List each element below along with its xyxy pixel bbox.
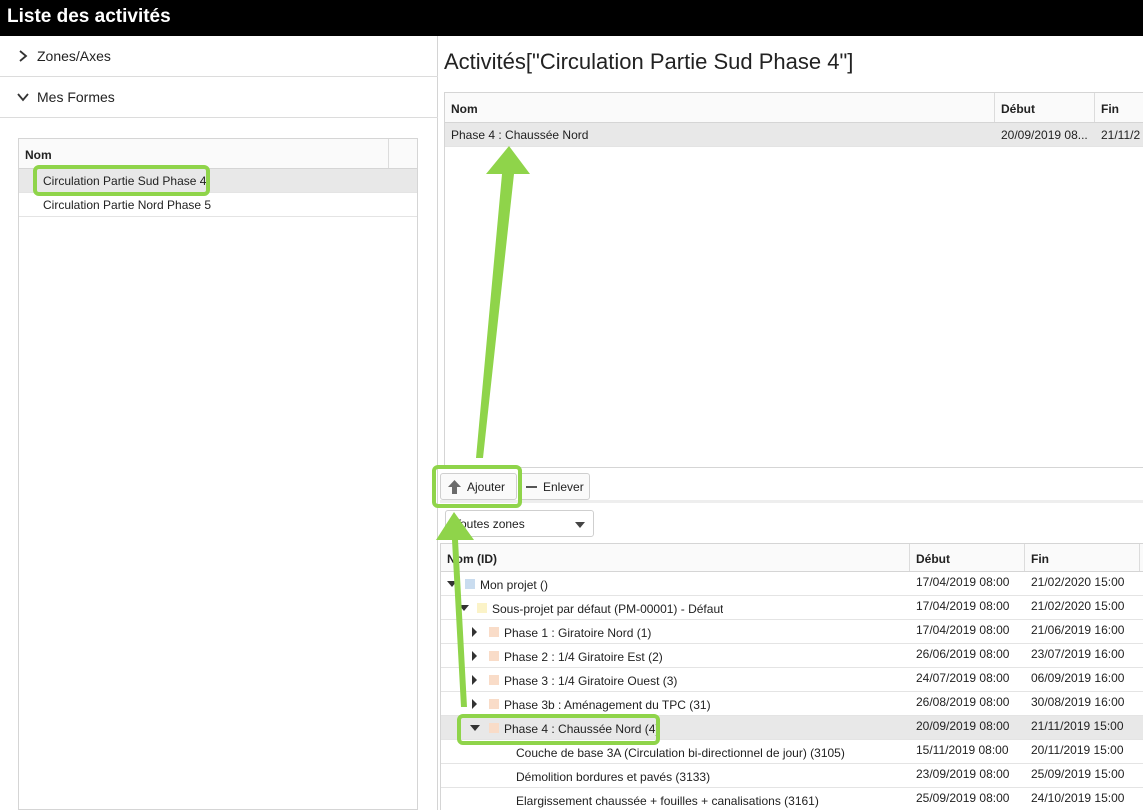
row-start: 25/09/2019 08:00	[916, 791, 1010, 805]
arrow-up-icon	[448, 480, 461, 494]
activities-tree-grid: Nom (ID) Début Fin Mon projet () 17/04/2…	[440, 543, 1143, 810]
dropdown-arrow-icon	[575, 522, 585, 528]
project-color-icon	[465, 579, 475, 589]
column-header-fin[interactable]: Fin	[1025, 544, 1140, 571]
add-button[interactable]: Ajouter	[440, 473, 517, 500]
list-item[interactable]: Circulation Partie Nord Phase 5	[19, 193, 417, 217]
add-button-label: Ajouter	[467, 480, 506, 494]
grid-header: Nom Début Fin	[445, 93, 1143, 123]
phase-color-icon	[489, 627, 499, 637]
collapse-icon[interactable]	[447, 581, 457, 587]
tree-row[interactable]: Phase 4 : Chaussée Nord (4) 20/09/2019 0…	[441, 716, 1143, 740]
tree-row[interactable]: Phase 3b : Aménagement du TPC (31) 26/08…	[441, 692, 1143, 716]
column-header-nom[interactable]: Nom	[445, 93, 995, 122]
accordion-label: Zones/Axes	[37, 48, 111, 64]
activities-title: Activités["Circulation Partie Sud Phase …	[444, 49, 854, 74]
tree-row[interactable]: Mon projet () 17/04/2019 08:00 21/02/202…	[441, 572, 1143, 596]
title-bar: Liste des activités	[0, 0, 1143, 36]
zones-select[interactable]: Toutes zones	[445, 510, 594, 537]
splitter[interactable]	[440, 500, 1143, 503]
activity-start: 20/09/2019 08...	[1001, 128, 1088, 142]
shapes-grid: Nom Circulation Partie Sud Phase 4 Circu…	[18, 138, 418, 810]
column-header-nom-id[interactable]: Nom (ID)	[441, 544, 910, 571]
column-header-debut[interactable]: Début	[995, 93, 1095, 122]
remove-button-label: Enlever	[543, 480, 584, 494]
accordion-mes-formes[interactable]: Mes Formes	[0, 77, 438, 118]
minus-icon	[526, 486, 537, 488]
collapse-icon[interactable]	[470, 725, 480, 731]
tree-row[interactable]: Couche de base 3A (Circulation bi-direct…	[441, 740, 1143, 764]
chevron-right-icon	[19, 50, 28, 62]
zones-select-value: Toutes zones	[454, 517, 525, 531]
phase-color-icon	[489, 651, 499, 661]
remove-button[interactable]: Enlever	[518, 473, 590, 500]
phase-color-icon	[489, 675, 499, 685]
list-item[interactable]: Circulation Partie Sud Phase 4	[19, 169, 417, 193]
tree-row[interactable]: Phase 1 : Giratoire Nord (1) 17/04/2019 …	[441, 620, 1143, 644]
tree-row[interactable]: Phase 2 : 1/4 Giratoire Est (2) 26/06/20…	[441, 644, 1143, 668]
activity-name: Phase 4 : Chaussée Nord	[451, 128, 589, 142]
tree-row[interactable]: Démolition bordures et pavés (3133) 23/0…	[441, 764, 1143, 788]
column-header-fin[interactable]: Fin	[1095, 93, 1143, 122]
row-end: 24/10/2019 15:00	[1031, 791, 1125, 805]
grid-header: Nom	[19, 139, 417, 169]
expand-icon[interactable]	[472, 651, 477, 661]
subproject-color-icon	[477, 603, 487, 613]
expand-icon[interactable]	[472, 627, 477, 637]
shape-name: Circulation Partie Nord Phase 5	[43, 198, 212, 212]
tree-row[interactable]: Sous-projet par défaut (PM-00001) - Défa…	[441, 596, 1143, 620]
phase-color-icon	[489, 723, 499, 733]
tree-row[interactable]: Phase 3 : 1/4 Giratoire Ouest (3) 24/07/…	[441, 668, 1143, 692]
accordion-label: Mes Formes	[37, 89, 115, 105]
window-title: Liste des activités	[7, 6, 171, 27]
column-header-nom[interactable]: Nom	[19, 139, 389, 168]
table-row[interactable]: Phase 4 : Chaussée Nord 20/09/2019 08...…	[445, 123, 1143, 147]
accordion-zones-axes[interactable]: Zones/Axes	[0, 36, 438, 77]
phase-color-icon	[489, 699, 499, 709]
collapse-icon[interactable]	[459, 605, 469, 611]
expand-icon[interactable]	[472, 699, 477, 709]
chevron-down-icon	[17, 93, 29, 102]
left-panel: Zones/Axes Mes Formes Nom Circulation Pa…	[0, 36, 438, 810]
grid-header: Nom (ID) Début Fin	[441, 544, 1143, 572]
assigned-activities-grid: Nom Début Fin Phase 4 : Chaussée Nord 20…	[444, 92, 1143, 468]
expand-icon[interactable]	[472, 675, 477, 685]
row-name: Elargissement chaussée + fouilles + cana…	[516, 794, 819, 808]
column-header-debut[interactable]: Début	[910, 544, 1025, 571]
activity-end: 21/11/2	[1101, 128, 1141, 142]
tree-row[interactable]: Elargissement chaussée + fouilles + cana…	[441, 788, 1143, 810]
